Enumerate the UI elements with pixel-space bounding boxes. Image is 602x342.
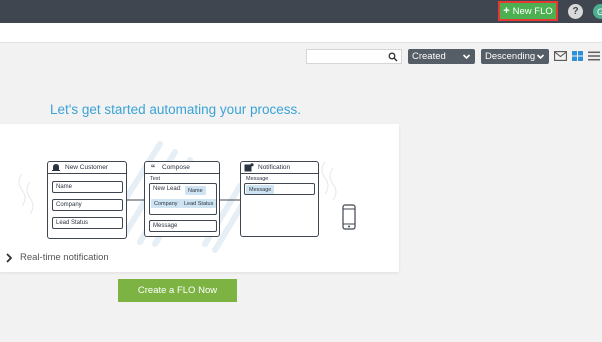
card-title: Compose — [162, 164, 190, 171]
mail-icon[interactable] — [554, 51, 567, 61]
field-message: Message — [149, 220, 217, 232]
sort-field-select[interactable]: Created — [408, 49, 475, 64]
new-flo-button[interactable]: + New FLO — [498, 1, 558, 21]
new-lead-label: New Lead: — [153, 186, 182, 192]
sort-order-select[interactable]: Descending — [481, 49, 549, 64]
card-header: “ Compose — [145, 162, 219, 174]
chevron-down-icon — [462, 54, 471, 60]
quote-icon: “ — [150, 162, 156, 173]
action-card-notification: Notification Message Message — [240, 161, 319, 237]
card-header: New Customer — [48, 162, 126, 174]
chevron-right-icon — [6, 252, 12, 263]
user-avatar[interactable]: G — [593, 4, 602, 19]
secondary-bar — [0, 23, 602, 43]
search-input[interactable] — [306, 49, 402, 64]
grid-view-icon[interactable] — [572, 51, 583, 61]
trigger-card-new-customer: New Customer Name Company Lead Status — [47, 161, 127, 239]
new-flo-label: New FLO — [512, 5, 553, 17]
chip-company: Company — [151, 199, 181, 208]
chevron-down-icon — [536, 54, 545, 60]
field-name: Name — [52, 181, 123, 193]
list-view-icon[interactable] — [588, 51, 600, 61]
sort-field-value: Created — [412, 51, 446, 62]
bell-icon — [52, 164, 60, 171]
plus-icon: + — [503, 4, 510, 17]
flo-description-toggle[interactable]: Real-time notification — [6, 252, 109, 263]
card-header: Notification — [241, 162, 318, 174]
page-heading: Let's get started automating your proces… — [50, 102, 301, 117]
mobile-phone-icon — [342, 204, 356, 230]
realtime-notification-label: Real-time notification — [20, 252, 109, 263]
field-company: Company — [52, 199, 123, 211]
search-icon[interactable] — [388, 52, 398, 62]
chip-name: Name — [185, 186, 206, 195]
text-label: Text — [150, 176, 161, 182]
action-card-compose: “ Compose Text New Lead: Name Company Le… — [144, 161, 220, 237]
card-title: Notification — [258, 164, 291, 171]
card-title: New Customer — [65, 164, 108, 171]
example-flo-panel: New Customer Name Company Lead Status “ … — [0, 124, 399, 272]
sort-order-value: Descending — [485, 51, 536, 62]
field-lead-status: Lead Status — [52, 217, 123, 229]
help-button[interactable]: ? — [568, 4, 583, 19]
notification-icon — [244, 163, 254, 172]
top-navigation-bar: + New FLO ? G — [0, 0, 602, 23]
chip-message: Message — [246, 185, 275, 194]
chip-lead-status: Lead Status — [181, 199, 217, 208]
create-flo-button[interactable]: Create a FLO Now — [118, 279, 237, 302]
message-label: Message — [246, 176, 269, 182]
